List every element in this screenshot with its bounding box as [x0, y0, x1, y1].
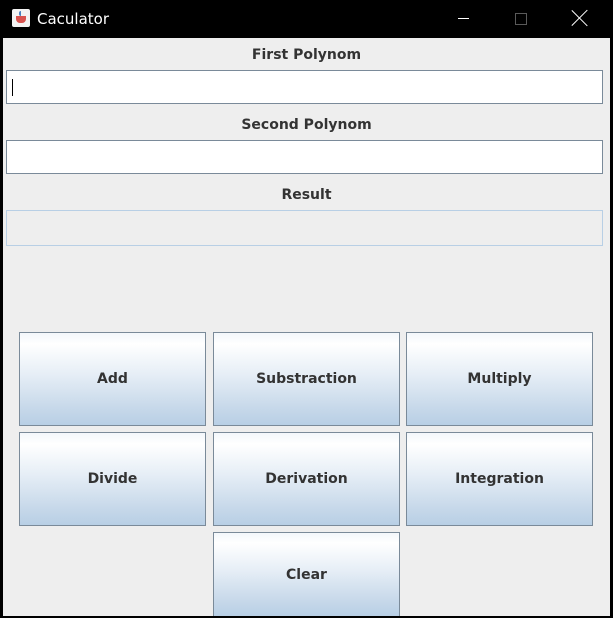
result-output — [7, 211, 602, 245]
derivation-button[interactable]: Derivation — [213, 432, 400, 526]
minimize-button[interactable] — [434, 0, 492, 38]
add-button[interactable]: Add — [19, 332, 206, 426]
title-bar[interactable]: Caculator — [0, 0, 613, 38]
main-panel: First Polynom Second Polynom Result Add … — [3, 38, 610, 616]
text-caret — [12, 79, 13, 96]
divide-button[interactable]: Divide — [19, 432, 206, 526]
first-polynom-input[interactable] — [7, 71, 602, 103]
first-polynom-label: First Polynom — [251, 47, 362, 63]
java-app-icon — [12, 9, 30, 27]
minimize-icon — [458, 18, 469, 19]
clear-button[interactable]: Clear — [213, 532, 400, 616]
second-polynom-label: Second Polynom — [241, 117, 372, 133]
result-field — [6, 210, 603, 246]
calculator-window: Caculator First Polynom Second Polynom R… — [0, 0, 613, 618]
second-polynom-field[interactable] — [6, 140, 603, 174]
subtraction-button[interactable]: Substraction — [213, 332, 400, 426]
first-polynom-field[interactable] — [6, 70, 603, 104]
maximize-button[interactable] — [492, 0, 550, 38]
close-icon — [571, 9, 589, 27]
multiply-button[interactable]: Multiply — [406, 332, 593, 426]
close-button[interactable] — [551, 0, 609, 38]
integration-button[interactable]: Integration — [406, 432, 593, 526]
maximize-icon — [515, 13, 527, 25]
result-label: Result — [281, 187, 332, 203]
window-title: Caculator — [37, 10, 110, 28]
second-polynom-input[interactable] — [7, 141, 602, 173]
